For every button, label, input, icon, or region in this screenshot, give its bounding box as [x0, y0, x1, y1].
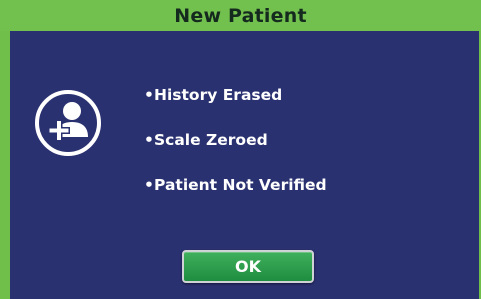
list-item: •Patient Not Verified	[144, 175, 327, 220]
bullet: •	[144, 131, 154, 149]
ok-button-label: OK	[235, 257, 261, 276]
title-bar: New Patient	[0, 0, 481, 31]
list-item-text: Patient Not Verified	[154, 176, 327, 194]
new-patient-dialog: New Patient •History Erased •Scale Zeroe…	[0, 0, 481, 299]
ok-button[interactable]: OK	[182, 250, 314, 283]
dialog-title: New Patient	[174, 4, 307, 27]
list-item-text: Scale Zeroed	[154, 131, 268, 149]
list-item: •Scale Zeroed	[144, 130, 327, 175]
list-item-text: History Erased	[154, 86, 283, 104]
bullet: •	[144, 176, 154, 194]
status-list: •History Erased •Scale Zeroed •Patient N…	[144, 85, 327, 220]
dialog-body: •History Erased •Scale Zeroed •Patient N…	[10, 31, 479, 299]
list-item: •History Erased	[144, 85, 327, 130]
bullet: •	[144, 86, 154, 104]
patient-add-icon	[34, 89, 102, 157]
